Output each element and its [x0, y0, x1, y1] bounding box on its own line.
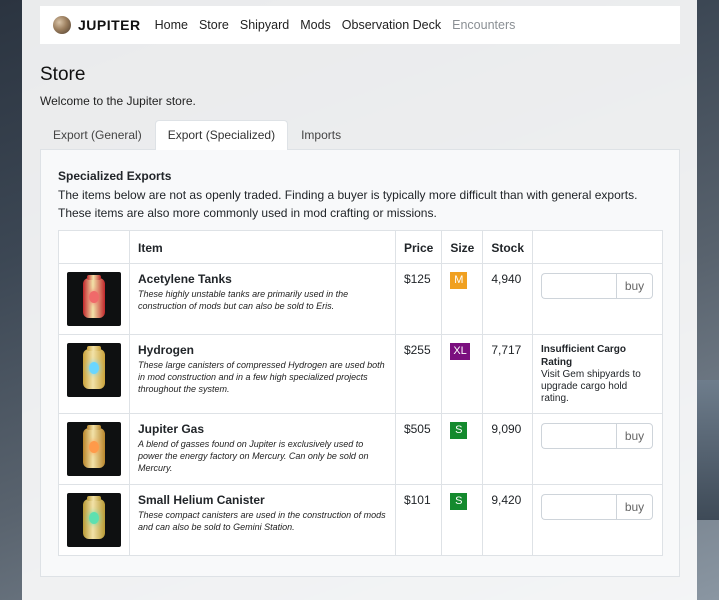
- item-stock: 7,717: [482, 334, 534, 414]
- buy-button[interactable]: buy: [616, 273, 654, 299]
- yellow-canister-icon: [83, 346, 105, 389]
- nav-link-encounters: Encounters: [452, 18, 516, 32]
- cargo-warning-text: Visit Gem shipyards to upgrade cargo hol…: [541, 369, 641, 404]
- header-stock: Stock: [482, 230, 534, 264]
- nav-link-home[interactable]: Home: [155, 18, 188, 32]
- jupiter-logo-icon: [53, 16, 71, 34]
- size-badge: M: [450, 272, 468, 289]
- jupiter-gas-image: [67, 422, 121, 476]
- item-name: Jupiter Gas: [138, 422, 205, 436]
- section-title: Specialized Exports: [58, 169, 172, 183]
- item-name: Hydrogen: [138, 343, 195, 357]
- red-canister-icon: [83, 275, 105, 318]
- item-price: $505: [394, 413, 443, 485]
- item-description: These compact canisters are used in the …: [138, 510, 386, 532]
- size-badge: XL: [450, 343, 470, 360]
- item-price: $125: [394, 263, 443, 335]
- tab-export-specialized[interactable]: Export (Specialized): [154, 120, 289, 150]
- acetylene-tanks-image: [67, 272, 121, 326]
- item-name: Small Helium Canister: [138, 493, 265, 507]
- size-badge: S: [450, 493, 468, 510]
- header-item: Item: [129, 230, 396, 264]
- quantity-input[interactable]: [541, 423, 617, 449]
- small-helium-canister-image: [67, 493, 121, 547]
- page-title: Store: [40, 64, 86, 85]
- item-price: $255: [394, 334, 443, 414]
- table-row: Jupiter Gas A blend of gasses found on J…: [58, 413, 663, 485]
- item-stock: 4,940: [482, 263, 534, 335]
- top-navbar: JUPITER Home Store Shipyard Mods Observa…: [40, 6, 680, 44]
- nav-link-mods[interactable]: Mods: [300, 18, 331, 32]
- table-header-row: Item Price Size Stock: [58, 230, 663, 264]
- header-price: Price: [394, 230, 443, 264]
- gold-canister-icon: [83, 425, 105, 468]
- brand[interactable]: JUPITER: [53, 16, 141, 34]
- item-description: These highly unstable tanks are primaril…: [138, 289, 349, 311]
- table-row: Acetylene Tanks These highly unstable ta…: [58, 263, 663, 335]
- buy-button[interactable]: buy: [616, 423, 654, 449]
- header-size: Size: [441, 230, 484, 264]
- item-price: $101: [394, 484, 443, 556]
- buy-group: buy: [541, 273, 654, 299]
- nav-link-observation-deck[interactable]: Observation Deck: [342, 18, 441, 32]
- quantity-input[interactable]: [541, 273, 617, 299]
- header-action: [532, 230, 663, 264]
- store-tabs: Export (General) Export (Specialized) Im…: [40, 120, 354, 150]
- item-description: These large canisters of compressed Hydr…: [138, 360, 385, 394]
- nav-link-shipyard[interactable]: Shipyard: [240, 18, 289, 32]
- buy-button[interactable]: buy: [616, 494, 654, 520]
- items-table: Item Price Size Stock Acetylene Tanks Th…: [58, 230, 663, 556]
- page-subtitle: Welcome to the Jupiter store.: [40, 94, 196, 108]
- specialized-exports-panel: Specialized Exports The items below are …: [40, 149, 680, 577]
- quantity-input[interactable]: [541, 494, 617, 520]
- item-description: A blend of gasses found on Jupiter is ex…: [138, 439, 369, 473]
- tab-export-general[interactable]: Export (General): [40, 120, 155, 150]
- size-badge: S: [450, 422, 468, 439]
- item-name: Acetylene Tanks: [138, 272, 232, 286]
- table-row: Hydrogen These large canisters of compre…: [58, 334, 663, 414]
- section-description: The items below are not as openly traded…: [58, 188, 638, 220]
- green-canister-icon: [83, 496, 105, 539]
- hydrogen-image: [67, 343, 121, 397]
- buy-group: buy: [541, 494, 654, 520]
- header-image: [58, 230, 130, 264]
- cargo-warning-title: Insufficient Cargo Rating: [541, 344, 627, 368]
- nav-link-store[interactable]: Store: [199, 18, 229, 32]
- buy-group: buy: [541, 423, 654, 449]
- tab-imports[interactable]: Imports: [288, 120, 354, 150]
- item-stock: 9,090: [482, 413, 534, 485]
- brand-name: JUPITER: [78, 17, 141, 33]
- item-stock: 9,420: [482, 484, 534, 556]
- background-decoration: [697, 380, 719, 520]
- table-row: Small Helium Canister These compact cani…: [58, 484, 663, 556]
